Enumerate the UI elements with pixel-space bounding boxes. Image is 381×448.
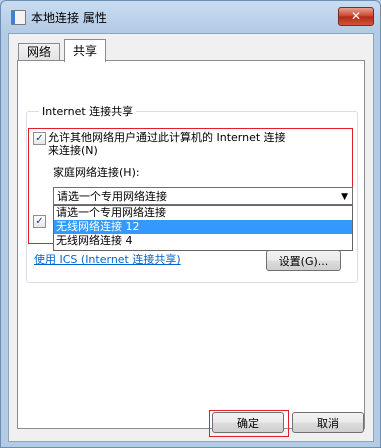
tab-sharing[interactable]: 共享 <box>64 39 107 62</box>
ics-help-link[interactable]: 使用 ICS (Internet 连接共享) <box>34 251 181 267</box>
second-checkbox[interactable]: ✓ <box>33 215 46 228</box>
allow-sharing-label-line1: 允许其他网络用户通过此计算机的 Internet 连接 <box>48 131 286 144</box>
ics-group-title: Internet 连接共享 <box>39 103 137 119</box>
home-network-select[interactable]: 请选一个专用网络连接 ▼ <box>53 187 353 205</box>
properties-window: 本地连接 属性 ✕ 网络 共享 Internet 连接共享 ✓ 允许其他网络用户… <box>0 0 381 448</box>
allow-sharing-checkbox[interactable]: ✓ <box>33 132 46 145</box>
ok-button[interactable]: 确定 <box>212 412 284 433</box>
dropdown-option-selected[interactable]: 无线网络连接 12 <box>54 220 352 234</box>
home-network-selected: 请选一个专用网络连接 <box>57 190 167 203</box>
allow-sharing-label-line2: 来连接(N) <box>48 144 98 157</box>
home-network-dropdown: 请选一个专用网络连接 无线网络连接 12 无线网络连接 4 <box>53 205 353 251</box>
home-network-label: 家庭网络连接(H): <box>53 166 140 179</box>
settings-button[interactable]: 设置(G)... <box>266 250 341 271</box>
window-title: 本地连接 属性 <box>31 11 107 25</box>
cancel-button[interactable]: 取消 <box>292 412 364 433</box>
close-button[interactable]: ✕ <box>338 7 374 26</box>
dropdown-option[interactable]: 无线网络连接 4 <box>54 234 352 248</box>
network-connection-icon <box>11 10 26 25</box>
sharing-panel: Internet 连接共享 ✓ 允许其他网络用户通过此计算机的 Internet… <box>17 60 365 429</box>
dialog-client: 网络 共享 Internet 连接共享 ✓ 允许其他网络用户通过此计算机的 In… <box>8 33 374 442</box>
tab-network[interactable]: 网络 <box>18 43 61 60</box>
title-bar[interactable]: 本地连接 属性 ✕ <box>1 1 380 31</box>
chevron-down-icon: ▼ <box>341 192 348 202</box>
dropdown-option[interactable]: 请选一个专用网络连接 <box>54 206 352 220</box>
